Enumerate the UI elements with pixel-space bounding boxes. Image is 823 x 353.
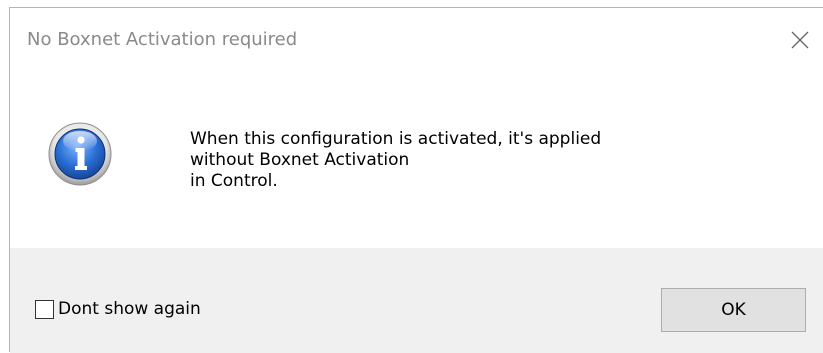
dialog-message: When this configuration is activated, it… [190,129,601,192]
message-line-2: without Boxnet Activation [190,150,410,170]
close-icon [791,31,809,49]
dialog-title: No Boxnet Activation required [27,29,298,50]
dialog-content: When this configuration is activated, it… [10,68,823,248]
checkbox-box[interactable] [35,299,54,319]
message-line-3: in Control. [190,171,278,191]
message-line-1: When this configuration is activated, it… [190,129,602,149]
ok-button[interactable]: OK [661,288,806,332]
info-icon [48,122,112,186]
dont-show-again-checkbox[interactable]: Dont show again [35,299,201,319]
checkbox-label: Dont show again [58,299,201,319]
dialog-footer: Dont show again OK [10,248,823,353]
dialog-titlebar: No Boxnet Activation required [10,8,823,68]
background-window-edge [0,0,9,352]
close-button[interactable] [777,18,823,62]
message-dialog: No Boxnet Activation required When this … [9,7,823,353]
